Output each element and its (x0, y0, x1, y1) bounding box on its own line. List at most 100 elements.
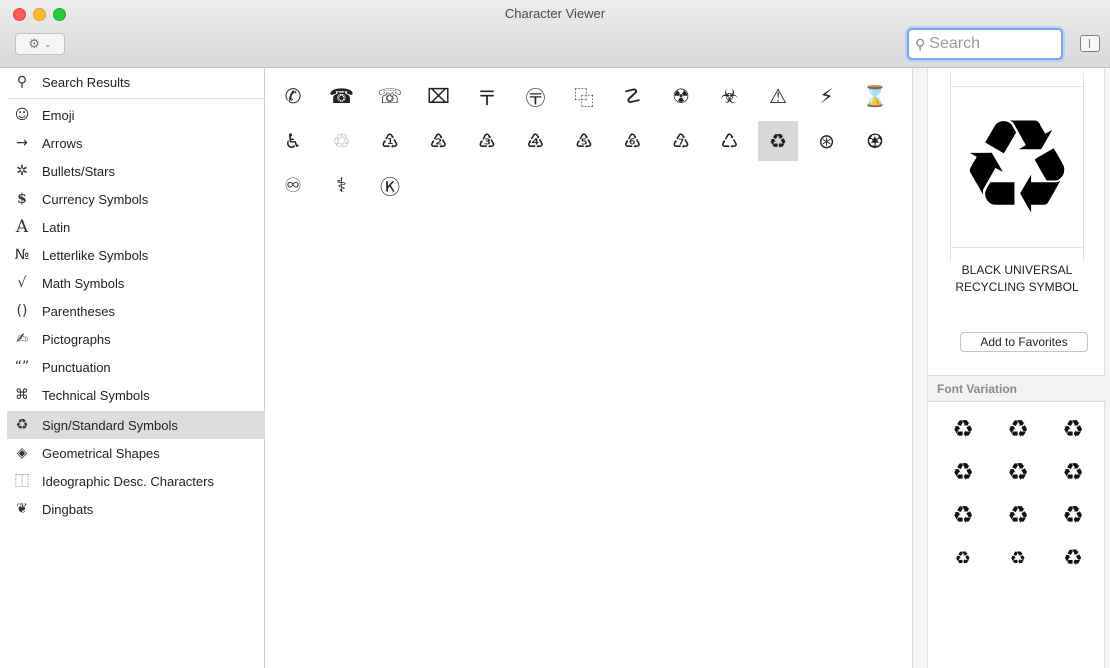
character-cell[interactable]: 〶 (516, 76, 556, 116)
sidebar-item-sign-standard-symbols[interactable]: ♻ Sign/Standard Symbols (7, 411, 265, 439)
sidebar-item-dingbats[interactable]: ❦ Dingbats (7, 495, 265, 523)
sidebar-item-label: Arrows (42, 135, 83, 151)
font-variation-glyph[interactable]: ♻ (945, 454, 981, 490)
sidebar-item-arrows[interactable]: → Arrows (7, 129, 265, 157)
ideographic-box-icon: ⿰ (15, 474, 29, 490)
sidebar-item-math-symbols[interactable]: √ Math Symbols (7, 269, 265, 297)
toolbar: Character Viewer ⚙ ⌄ ⚲ (0, 0, 1110, 68)
character-cell[interactable]: ☣ (710, 76, 750, 116)
search-icon: ⚲ (16, 74, 28, 90)
sidebar-item-currency-symbols[interactable]: $ Currency Symbols (7, 185, 265, 213)
character-cell[interactable]: ♴ (419, 121, 459, 161)
sidebar-item-technical-symbols[interactable]: ⌘ Technical Symbols (7, 381, 265, 409)
sidebar-item-letterlike-symbols[interactable]: № Letterlike Symbols (7, 241, 265, 269)
sidebar-item-label: Search Results (42, 74, 131, 90)
font-variation-glyph[interactable]: ♻ (1055, 454, 1091, 490)
sidebar-item-ideographic-desc-characters[interactable]: ⿰ Ideographic Desc. Characters (7, 467, 265, 495)
font-variation-glyph[interactable]: ♻ (945, 411, 981, 447)
square-root-icon: √ (17, 275, 27, 291)
writing-hand-icon: ✍ (16, 331, 28, 347)
sidebar-item-label: Sign/Standard Symbols (42, 417, 178, 433)
sidebar-item-parentheses[interactable]: () Parentheses (7, 297, 265, 325)
search-input[interactable] (929, 35, 1040, 53)
heart-icon: ❦ (16, 501, 28, 517)
character-cell[interactable]: ☎ (322, 76, 362, 116)
font-variation-glyph[interactable]: ♻ (1055, 497, 1091, 533)
character-cell[interactable]: ♻ (758, 120, 798, 161)
character-cell[interactable]: ♲ (322, 121, 362, 161)
dollar-icon: $ (17, 191, 27, 207)
character-cell[interactable]: 〒 (467, 76, 507, 116)
character-cell[interactable]: ♶ (516, 121, 556, 161)
command-icon: ⌘ (15, 387, 29, 403)
sidebar-item-pictographs[interactable]: ✍ Pictographs (7, 325, 265, 353)
sidebar-item-emoji[interactable]: ☺ Emoji (7, 101, 265, 129)
sidebar-toggle-icon[interactable] (1080, 35, 1100, 52)
chevron-down-icon: ⌄ (44, 38, 52, 49)
character-cell[interactable]: ⚕ (322, 165, 362, 205)
character-cell[interactable]: ☏ (370, 76, 410, 116)
sidebar-item-label: Geometrical Shapes (42, 445, 160, 461)
sidebar-item-label: Math Symbols (42, 275, 125, 291)
font-variation-glyph[interactable]: ♻ (1055, 411, 1091, 447)
font-variation-glyph[interactable]: ♻ (1000, 497, 1036, 533)
recycling-icon: ♻ (15, 417, 29, 433)
character-cell[interactable]: ♿ (273, 121, 313, 161)
add-to-favorites-button[interactable]: Add to Favorites (960, 332, 1088, 352)
quotation-icon: “” (14, 359, 30, 375)
sidebar-item-bullets-stars[interactable]: ✲ Bullets/Stars (7, 157, 265, 185)
search-icon: ⚲ (915, 35, 926, 52)
character-cell[interactable]: ♸ (613, 121, 653, 161)
sidebar-item-punctuation[interactable]: “” Punctuation (7, 353, 265, 381)
character-cell[interactable]: ☡ (613, 76, 653, 116)
numero-icon: № (14, 247, 30, 263)
sidebar-item-latin[interactable]: A Latin (7, 213, 265, 241)
character-cell[interactable]: ☢ (661, 76, 701, 116)
character-cell[interactable]: ✆ (273, 76, 313, 116)
action-menu-button[interactable]: ⚙ ⌄ (15, 33, 65, 55)
category-sidebar: ⚲ Search Results ☺ Emoji → Arrows ✲ Bull… (7, 68, 265, 668)
font-variation-glyph[interactable]: ♻ (1000, 454, 1036, 490)
sidebar-item-label: Parentheses (42, 303, 115, 319)
character-cell[interactable]: Ⓚ (370, 165, 410, 205)
font-variation-glyph[interactable]: ♻ (1000, 411, 1036, 447)
character-cell[interactable]: ♹ (661, 121, 701, 161)
glyph-preview: ♻ (950, 73, 1084, 261)
sidebar-item-label: Pictographs (42, 331, 111, 347)
font-variation-glyph[interactable]: ♻ (945, 540, 981, 576)
character-cell[interactable]: ♾ (273, 165, 313, 205)
character-cell[interactable]: ⚠ (758, 76, 798, 116)
sidebar-item-label: Dingbats (42, 501, 94, 517)
sidebar-item-label: Latin (42, 219, 71, 235)
sidebar-item-search-results[interactable]: ⚲ Search Results (7, 68, 265, 96)
search-field[interactable]: ⚲ (907, 28, 1063, 60)
font-variation-glyph[interactable]: ♻ (945, 497, 981, 533)
latin-letter-icon: A (15, 217, 29, 237)
character-cell[interactable]: ⊛ (807, 121, 847, 161)
sidebar-item-geometrical-shapes[interactable]: ◈ Geometrical Shapes (7, 439, 265, 467)
diamond-icon: ◈ (16, 445, 28, 461)
sidebar-item-label: Emoji (42, 107, 75, 123)
sidebar-item-label: Currency Symbols (42, 191, 149, 207)
recycling-icon: ♻ (958, 91, 1076, 243)
font-variation-glyph[interactable]: ♻ (1055, 540, 1091, 576)
font-variation-glyph[interactable]: ♻ (1000, 540, 1036, 576)
character-cell[interactable]: ♼ (855, 121, 895, 161)
character-cell[interactable]: ⌛ (855, 76, 895, 116)
character-cell[interactable]: ♳ (370, 121, 410, 161)
character-cell[interactable]: ⿻ (564, 76, 604, 116)
character-cell[interactable]: ♷ (564, 121, 604, 161)
character-cell[interactable]: ♵ (467, 121, 507, 161)
character-name: BLACK UNIVERSAL RECYCLING SYMBOL (955, 263, 1079, 294)
character-cell[interactable]: ⚡ (807, 76, 847, 116)
sidebar-item-label: Punctuation (42, 359, 111, 375)
sidebar-item-label: Letterlike Symbols (42, 247, 149, 263)
sidebar-divider (7, 98, 265, 99)
gear-icon: ⚙ (28, 36, 41, 51)
sidebar-item-label: Ideographic Desc. Characters (42, 473, 214, 489)
star-icon: ✲ (16, 163, 28, 179)
character-grid: ✆ ☎ ☏ ⌧ 〒〶⿻ ☡ ☢ ☣ ⚠ ⚡ ⌛ ♿ ♲ ♳ ♴ ♵ ♶ ♷ ♸ ♹ ♺ ♻ ⊛ ♼ ♾ ⚕ Ⓚ (265, 68, 912, 668)
font-variation-header: Font Variation (928, 375, 1106, 402)
character-cell[interactable]: ⌧ (419, 76, 459, 116)
character-cell[interactable]: ♺ (710, 121, 750, 161)
